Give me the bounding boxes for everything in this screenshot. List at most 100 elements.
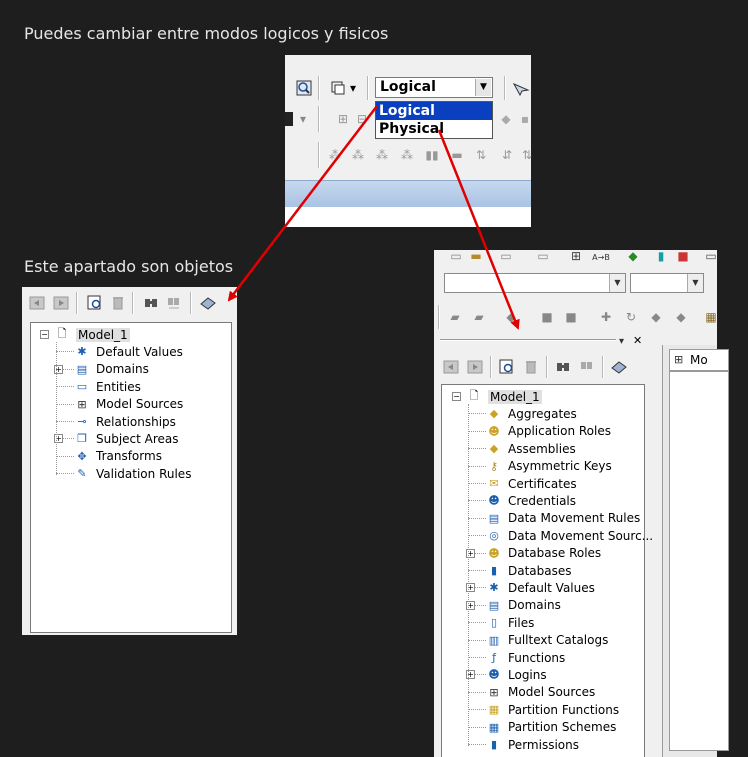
- tree-item[interactable]: ▥ Fulltext Catalogs: [486, 632, 609, 649]
- tree-item[interactable]: ▯ Files: [486, 614, 534, 631]
- tree-item[interactable]: ✎ Validation Rules: [74, 465, 191, 482]
- tree-item[interactable]: ▦ Partition Functions: [486, 701, 619, 718]
- eraser-icon[interactable]: [608, 356, 630, 378]
- tree-item[interactable]: ▤ Domains: [486, 597, 561, 614]
- replace-icon[interactable]: [576, 356, 598, 378]
- tree-item[interactable]: ✉ Certificates: [486, 475, 576, 492]
- tree-root[interactable]: 🗋 Model_1: [466, 388, 542, 405]
- delete-icon[interactable]: [520, 356, 542, 378]
- diagram-tab[interactable]: ⊞ Mo: [669, 349, 729, 371]
- tree-item[interactable]: ☻ Application Roles: [486, 423, 611, 440]
- properties-icon[interactable]: [496, 356, 518, 378]
- find-icon[interactable]: [140, 292, 162, 314]
- tree-item[interactable]: ▤ Data Movement Rules: [486, 510, 640, 527]
- mode-select[interactable]: Logical ▼: [375, 77, 493, 98]
- toolbar-icon[interactable]: ▭: [700, 249, 722, 263]
- tree-connector: [468, 639, 486, 641]
- properties-icon[interactable]: [84, 292, 106, 314]
- replace-icon[interactable]: [163, 292, 185, 314]
- format-icon[interactable]: ◆: [500, 306, 522, 328]
- format-icon[interactable]: ▰: [444, 306, 466, 328]
- tree-item[interactable]: ✥ Transforms: [74, 448, 162, 465]
- arrange-icon[interactable]: ⇅: [516, 144, 538, 166]
- collapse-toggle[interactable]: −: [40, 330, 49, 339]
- align-icon[interactable]: ⊟: [351, 108, 373, 130]
- arrange-icon[interactable]: ⁂: [396, 144, 418, 166]
- tree-connector: [468, 744, 486, 745]
- dropdown-arrow-icon[interactable]: ▾: [346, 77, 360, 99]
- tree-item-label: Entities: [96, 379, 141, 394]
- tree-item[interactable]: ☻ Database Roles: [486, 545, 601, 562]
- save-icon[interactable]: ▭: [495, 249, 517, 263]
- arrange-icon[interactable]: ▮▮: [421, 144, 443, 166]
- font-select[interactable]: ▼: [444, 273, 626, 293]
- open-icon[interactable]: ▬: [465, 249, 487, 263]
- tree-item[interactable]: ◆ Aggregates: [486, 405, 577, 422]
- toolbar-icon[interactable]: ■: [672, 249, 694, 263]
- tree-item[interactable]: ▭ Entities: [74, 378, 141, 395]
- toolbar-icon[interactable]: ▭: [445, 249, 467, 263]
- find-icon[interactable]: [552, 356, 574, 378]
- back-icon[interactable]: [440, 356, 462, 378]
- zoom-icon[interactable]: [293, 77, 315, 99]
- toolbar-icon[interactable]: ◆: [622, 249, 644, 263]
- panel-menu-icon[interactable]: ▾: [619, 336, 631, 348]
- diagram-canvas[interactable]: [669, 371, 729, 751]
- tree-item[interactable]: ❐ Subject Areas: [74, 430, 178, 447]
- delete-icon[interactable]: [107, 292, 129, 314]
- tree-connector: [468, 465, 486, 467]
- arrange-icon[interactable]: ⇵: [496, 144, 518, 166]
- forward-icon[interactable]: [50, 292, 72, 314]
- chevron-down-icon[interactable]: ▼: [687, 274, 703, 292]
- tree-item[interactable]: ▮ Permissions: [486, 736, 579, 753]
- format-icon[interactable]: ■: [536, 306, 558, 328]
- mode-option-logical[interactable]: Logical: [376, 102, 492, 120]
- print-icon[interactable]: ▭: [532, 249, 554, 263]
- arrange-icon[interactable]: ▬: [446, 144, 468, 166]
- tree-root[interactable]: 🗋 Model_1: [54, 326, 130, 343]
- refresh-icon[interactable]: ↻: [620, 306, 642, 328]
- eraser-icon[interactable]: [197, 292, 219, 314]
- tree-item[interactable]: ✱ Default Values: [74, 343, 182, 360]
- format-icon[interactable]: ◆: [645, 306, 667, 328]
- format-icon[interactable]: ◆: [670, 306, 692, 328]
- tree-item[interactable]: ⊞ Model Sources: [74, 396, 183, 413]
- compare-icon[interactable]: A→B: [590, 250, 612, 264]
- tree-item[interactable]: ▮ Databases: [486, 562, 572, 579]
- format-icon[interactable]: ✚: [595, 306, 617, 328]
- tree-item[interactable]: ⚷ Asymmetric Keys: [486, 458, 612, 475]
- shape-icon[interactable]: ▪: [514, 108, 536, 130]
- chevron-down-icon[interactable]: ▼: [609, 274, 625, 292]
- format-icon[interactable]: ■: [560, 306, 582, 328]
- arrange-icon[interactable]: ⇅: [470, 144, 492, 166]
- arrange-icon[interactable]: ⁂: [347, 144, 369, 166]
- arrange-icon[interactable]: ⁂: [324, 144, 346, 166]
- panel-grip[interactable]: [440, 339, 616, 341]
- tree-item[interactable]: ✱ Default Values: [486, 579, 594, 596]
- arrange-icon[interactable]: ⁂: [371, 144, 393, 166]
- chevron-down-icon[interactable]: ▼: [475, 79, 491, 96]
- collapse-toggle[interactable]: −: [452, 392, 461, 401]
- tree-item[interactable]: ☻ Logins: [486, 666, 546, 683]
- tree-item-label: Data Movement Rules: [508, 511, 641, 526]
- tree-item[interactable]: ⊸ Relationships: [74, 413, 176, 430]
- back-icon[interactable]: [26, 292, 48, 314]
- pointer-icon[interactable]: [510, 77, 532, 99]
- dropdown-arrow-icon[interactable]: ▾: [296, 108, 310, 130]
- color-swatch[interactable]: [285, 112, 293, 126]
- tree-item[interactable]: ▦ Partition Schemes: [486, 719, 617, 736]
- tree-item[interactable]: ⊞ Model Sources: [486, 684, 595, 701]
- toolbar-icon[interactable]: ⊞: [565, 249, 587, 263]
- format-icon[interactable]: ▦: [700, 306, 722, 328]
- tree-item[interactable]: ▤ Domains: [74, 361, 149, 378]
- tree-item[interactable]: ◆ Assemblies: [486, 440, 576, 457]
- forward-icon[interactable]: [464, 356, 486, 378]
- tree-item[interactable]: ◎ Data Movement Sourc...: [486, 527, 653, 544]
- format-icon[interactable]: ▰: [468, 306, 490, 328]
- size-select[interactable]: ▼: [630, 273, 704, 293]
- tree-item[interactable]: ☻ Credentials: [486, 492, 576, 509]
- tree-item[interactable]: ƒ Functions: [486, 649, 565, 666]
- toolbar-icon[interactable]: ▮: [650, 249, 672, 263]
- close-icon[interactable]: ✕: [633, 334, 645, 347]
- mode-option-physical[interactable]: Physical: [376, 120, 492, 138]
